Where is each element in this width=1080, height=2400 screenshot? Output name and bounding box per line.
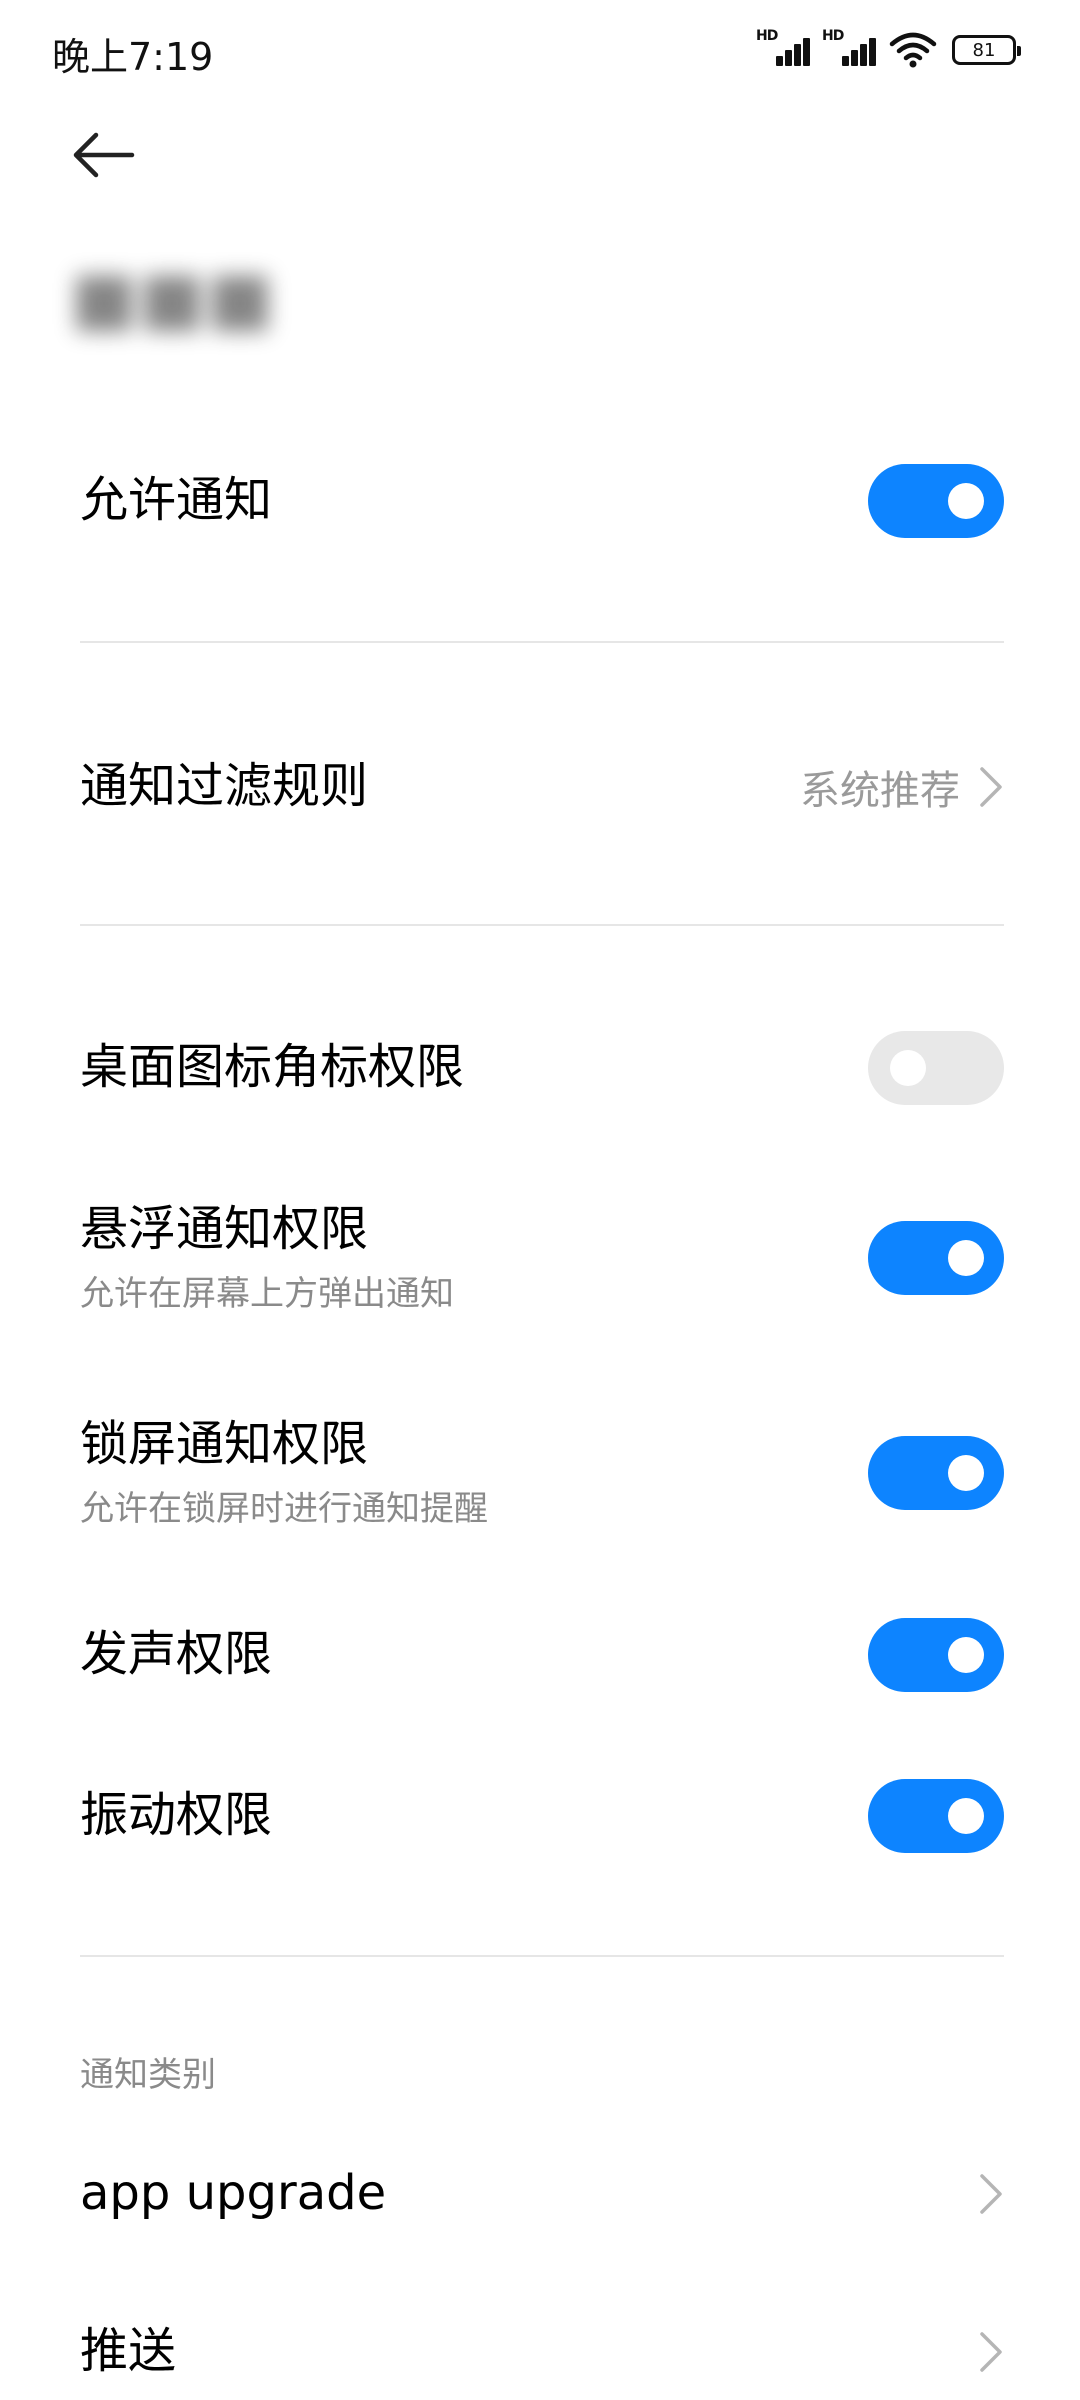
allow-notifications-label: 允许通知: [80, 472, 273, 529]
battery-level: 81: [972, 39, 996, 61]
wifi-icon: [889, 32, 937, 68]
badge-permission-row[interactable]: 桌面图标角标权限: [80, 1027, 1004, 1109]
floating-permission-description: 允许在屏幕上方弹出通知: [80, 1274, 454, 1315]
battery-icon: 81: [952, 35, 1021, 65]
signal-icon: HD: [756, 28, 810, 70]
chevron-right-icon: [980, 2174, 1002, 2214]
floating-permission-label: 悬浮通知权限: [80, 1200, 369, 1257]
floating-permission-row[interactable]: 悬浮通知权限 允许在屏幕上方弹出通知: [80, 1196, 1004, 1320]
signal-hd-label: HD: [822, 28, 844, 44]
chevron-right-icon: [980, 767, 1002, 807]
allow-notifications-toggle[interactable]: [868, 464, 1004, 538]
category-item-app-upgrade[interactable]: app upgrade: [80, 2153, 1004, 2235]
arrow-left-icon: [73, 132, 135, 178]
allow-notifications-row[interactable]: 允许通知: [80, 460, 1004, 542]
lockscreen-permission-description: 允许在锁屏时进行通知提醒: [80, 1489, 488, 1530]
notification-categories-header: 通知类别: [80, 2055, 216, 2095]
filter-rules-value: 系统推荐: [800, 768, 960, 814]
category-item-push[interactable]: 推送: [80, 2311, 1004, 2393]
back-button[interactable]: [70, 130, 150, 190]
filter-rules-row[interactable]: 通知过滤规则 系统推荐: [80, 746, 1004, 828]
status-bar: 晚上7:19 HD HD 81: [0, 0, 1080, 110]
badge-permission-toggle[interactable]: [868, 1031, 1004, 1105]
divider: [80, 641, 1004, 643]
vibration-permission-label: 振动权限: [80, 1787, 273, 1844]
status-icons: HD HD 81: [756, 28, 1021, 70]
floating-permission-toggle[interactable]: [868, 1221, 1004, 1295]
chevron-right-icon: [980, 2332, 1002, 2372]
signal-icon: HD: [822, 28, 876, 70]
lockscreen-permission-row[interactable]: 锁屏通知权限 允许在锁屏时进行通知提醒: [80, 1411, 1004, 1535]
sound-permission-label: 发声权限: [80, 1626, 273, 1683]
lockscreen-permission-toggle[interactable]: [868, 1436, 1004, 1510]
vibration-permission-row[interactable]: 振动权限: [80, 1775, 1004, 1857]
vibration-permission-toggle[interactable]: [868, 1779, 1004, 1853]
sound-permission-row[interactable]: 发声权限: [80, 1614, 1004, 1696]
category-item-label: app upgrade: [80, 2165, 387, 2222]
app-name-title: ■■■: [70, 255, 275, 339]
badge-permission-label: 桌面图标角标权限: [80, 1039, 465, 1096]
lockscreen-permission-label: 锁屏通知权限: [80, 1415, 369, 1472]
status-time: 晚上7:19: [52, 35, 214, 79]
sound-permission-toggle[interactable]: [868, 1618, 1004, 1692]
divider: [80, 1955, 1004, 1957]
notification-settings-screen: 晚上7:19 HD HD 81 ■■■ 允许通知 通知过滤规则 系统推荐 桌面图…: [0, 0, 1080, 2400]
signal-hd-label: HD: [756, 28, 778, 44]
divider: [80, 924, 1004, 926]
category-item-label: 推送: [80, 2323, 177, 2380]
filter-rules-label: 通知过滤规则: [80, 758, 369, 815]
